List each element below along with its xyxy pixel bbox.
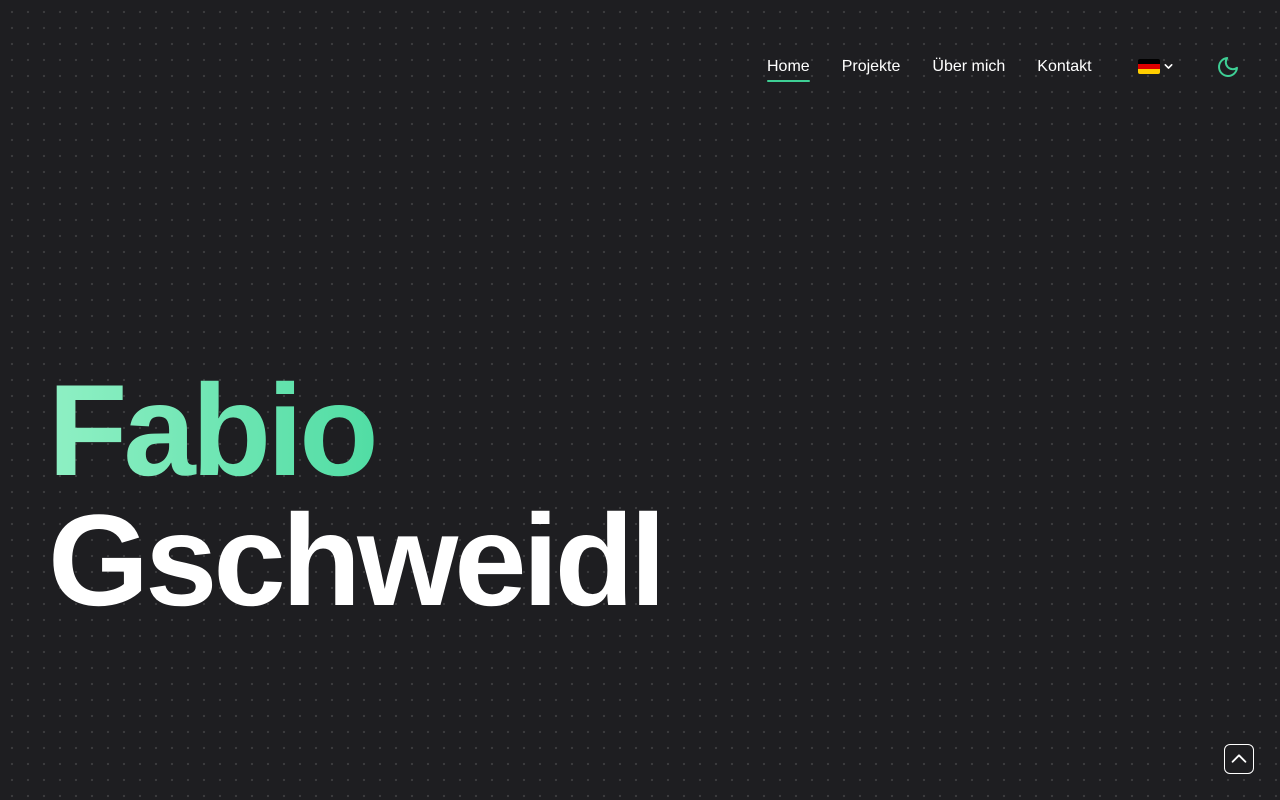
nav-link-kontakt[interactable]: Kontakt <box>1037 54 1091 80</box>
nav-link-projekte[interactable]: Projekte <box>842 54 901 80</box>
hero-section: Fabio Gschweidl <box>48 365 666 633</box>
moon-icon <box>1218 57 1238 77</box>
german-flag-icon <box>1138 58 1160 74</box>
chevron-down-icon <box>1164 63 1173 69</box>
language-selector[interactable] <box>1138 57 1174 75</box>
scroll-to-top-button[interactable] <box>1224 744 1254 774</box>
hero-first-name: Fabio <box>48 365 662 495</box>
theme-toggle-button[interactable] <box>1216 55 1240 79</box>
main-nav: Home Projekte Über mich Kontakt <box>767 54 1092 82</box>
nav-link-ueber-mich[interactable]: Über mich <box>932 54 1005 80</box>
chevron-up-icon <box>1231 754 1247 763</box>
hero-last-name: Gschweidl <box>48 487 666 633</box>
nav-link-home[interactable]: Home <box>767 54 810 82</box>
